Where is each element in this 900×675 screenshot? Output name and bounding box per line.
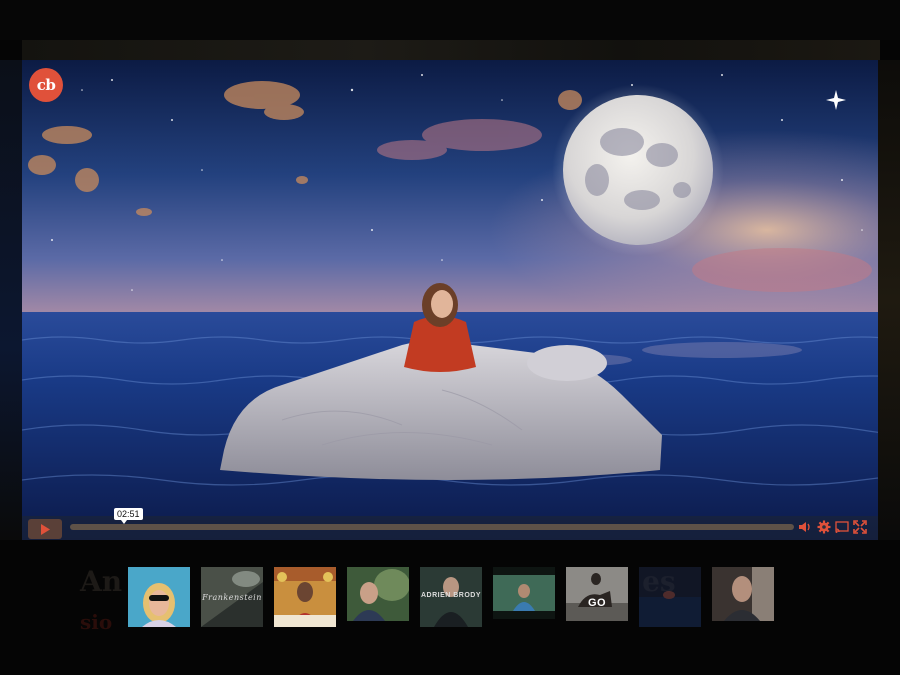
fullscreen-icon[interactable] (853, 520, 867, 534)
player-controls: 02:51 (22, 508, 878, 540)
progress-bar[interactable]: 02:51 (70, 508, 794, 530)
thumbnail-9[interactable] (712, 567, 774, 621)
background-banner (22, 40, 880, 60)
cast-icon[interactable] (835, 520, 849, 534)
volume-icon[interactable] (798, 520, 812, 534)
play-icon (41, 523, 50, 535)
thumbnail-2[interactable]: Frankenstein (201, 567, 263, 627)
thumbnail-5[interactable]: ADRIEN BRODY (420, 567, 482, 627)
thumbnail-7-label: GO (587, 597, 607, 609)
thumbnail-7[interactable]: GO (566, 567, 628, 621)
page-top-bar (0, 0, 900, 40)
play-button[interactable] (28, 519, 62, 539)
video-player[interactable]: cb 02:51 (22, 60, 878, 540)
brand-logo[interactable]: cb (29, 68, 63, 102)
thumbnail-1[interactable] (128, 567, 190, 627)
thumbnail-2-label: Frankenstein (202, 593, 262, 602)
time-tooltip: 02:51 (114, 508, 143, 524)
thumbnail-4[interactable] (347, 567, 409, 621)
gear-icon[interactable] (817, 520, 831, 534)
background-right-edge (878, 60, 900, 540)
article-subtitle-partial: sio (80, 610, 113, 634)
thumbnail-3[interactable] (274, 567, 336, 627)
thumbnail-6[interactable] (493, 567, 555, 619)
video-frame (22, 60, 878, 540)
background-left-edge (0, 60, 22, 540)
thumbnail-8[interactable] (639, 567, 701, 627)
thumbnail-5-label: ADRIEN BRODY (420, 592, 482, 599)
